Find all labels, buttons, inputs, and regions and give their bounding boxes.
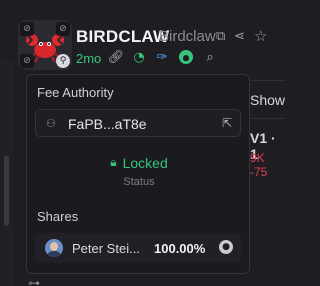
token-page: ⊘ ⊘ ⊘ ⚲ BIRDCLAW Birdclaw ⧉ ⋖ ☆ 2mo 🔗︎ ◔… xyxy=(0,0,285,286)
lock-status-value: Locked xyxy=(122,154,168,171)
avatar xyxy=(45,239,63,257)
scrollbar-thumb[interactable] xyxy=(4,156,9,226)
link-icon[interactable]: 🔗︎ xyxy=(108,49,125,65)
feather-icon[interactable]: ✑ xyxy=(154,49,170,65)
share-row[interactable]: Peter Stei... 100.00% ● xyxy=(35,233,241,263)
token-name: Birdclaw xyxy=(159,28,216,45)
star-icon[interactable]: ☆ xyxy=(254,27,267,45)
copy-icon[interactable]: ⧉ xyxy=(216,29,225,44)
fee-authority-address-row[interactable]: ⚇ FaPB...aT8e ⇱ xyxy=(35,109,241,137)
share-icon[interactable]: ⋖ xyxy=(234,29,245,44)
status-label: Status xyxy=(123,176,155,188)
share-percent: 100.00% xyxy=(154,241,206,256)
external-link-icon[interactable]: ⇱ xyxy=(222,116,232,130)
fee-authority-heading: Fee Authority xyxy=(37,85,114,100)
eye-off-icon[interactable]: ⊘ xyxy=(20,54,34,68)
eye-off-icon[interactable]: ⊘ xyxy=(20,22,34,36)
user-icon: ⚇ xyxy=(46,117,56,130)
lock-status: 🔒︎ Locked xyxy=(27,153,251,171)
search-icon[interactable]: ⌕ xyxy=(202,49,218,65)
show-label[interactable]: Show xyxy=(250,92,285,108)
fee-authority-address[interactable]: FaPB...aT8e xyxy=(68,116,147,132)
shares-heading: Shares xyxy=(37,209,79,224)
left-scroll-track xyxy=(0,60,14,286)
token-symbol: BIRDCLAW xyxy=(76,27,170,46)
github-icon[interactable]: ● xyxy=(219,240,233,254)
fee-authority-popover: Fee Authority ⚇ FaPB...aT8e ⇱ 🔒︎ Locked … xyxy=(26,74,250,274)
github-icon[interactable] xyxy=(178,49,194,65)
price-change-values: 9K -75 xyxy=(250,151,268,179)
lock-icon: 🔒︎ xyxy=(110,155,117,169)
eye-off-icon[interactable]: ⊘ xyxy=(56,22,70,36)
clock-icon[interactable]: ◔ xyxy=(131,49,147,65)
key-icon: ⊶ xyxy=(28,276,40,286)
share-holder-name: Peter Stei... xyxy=(72,241,140,256)
token-avatar[interactable]: ⊘ ⊘ ⊘ ⚲ xyxy=(18,20,72,70)
link-badge-icon[interactable]: ⚲ xyxy=(56,54,70,68)
token-age: 2mo xyxy=(76,51,102,66)
divider xyxy=(250,118,285,119)
divider xyxy=(250,80,285,81)
